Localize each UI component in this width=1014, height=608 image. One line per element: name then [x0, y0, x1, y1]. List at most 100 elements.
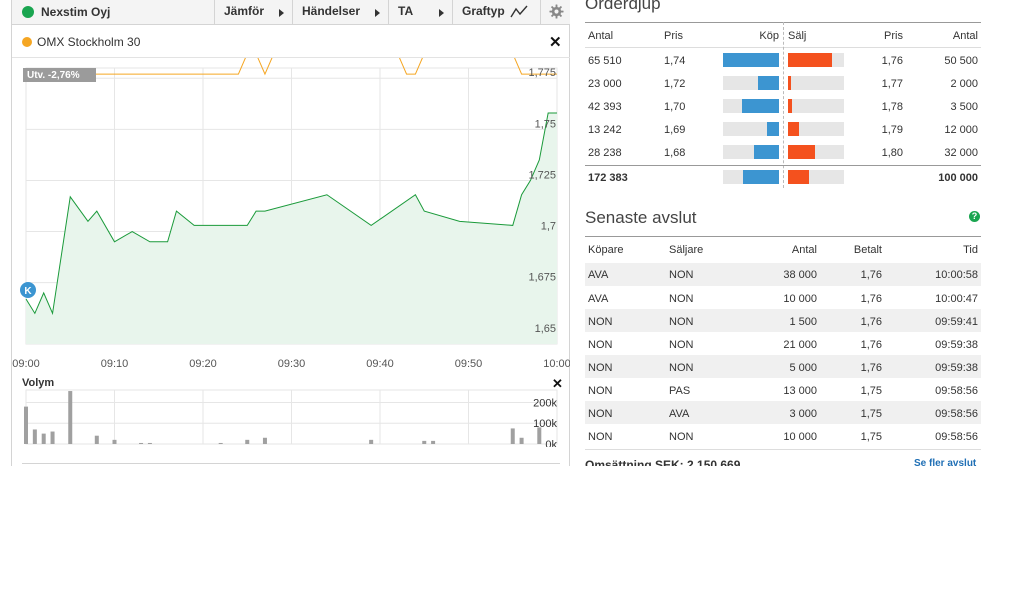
volume-bar[interactable]	[147, 442, 152, 444]
volume-bar[interactable]	[422, 440, 427, 444]
price: 1,75	[860, 431, 882, 443]
x-tick-label: 09:20	[189, 358, 217, 370]
price: 1,76	[860, 339, 882, 351]
time: 09:58:56	[935, 385, 978, 397]
volume-bar[interactable]	[50, 431, 55, 444]
ob-header-sell-qty: Antal	[952, 30, 978, 42]
volume-bar[interactable]	[112, 439, 117, 444]
time: 09:58:56	[935, 408, 978, 420]
sell-bar-track	[788, 76, 844, 90]
y-tick-label: 1,7	[541, 221, 556, 233]
price-chart[interactable]: 1,775 1,75 1,725 1,7 1,675 1,65 09:00 09:10 09:2…	[12, 58, 570, 375]
ob-header-sell-price: Pris	[884, 30, 903, 42]
volume-bar[interactable]	[68, 391, 73, 444]
caret-right-icon	[279, 9, 284, 17]
stock-selector[interactable]: Nexstim Oyj	[22, 5, 110, 19]
volume-bar[interactable]	[32, 429, 37, 444]
sell-qty: 12 000	[944, 124, 978, 136]
volume-y-tick-label: 0k	[545, 439, 557, 447]
sell-price: 1,78	[881, 101, 903, 113]
qty: 13 000	[783, 385, 817, 397]
y-tick-label: 1,75	[535, 118, 556, 130]
ta-button[interactable]: TA	[388, 0, 452, 24]
sell-qty: 3 500	[950, 101, 978, 113]
orderbook-center-divider	[783, 22, 784, 188]
status-dot-icon	[22, 6, 34, 18]
sell-bar-track	[788, 99, 844, 113]
qty: 3 000	[789, 408, 817, 420]
caret-right-icon	[375, 9, 380, 17]
buy-depth-bar	[754, 145, 779, 159]
settings-button[interactable]	[540, 0, 570, 24]
qty: 10 000	[783, 431, 817, 443]
buy-depth-bar	[743, 170, 779, 184]
x-tick-label: 09:40	[366, 358, 394, 370]
events-button[interactable]: Händelser	[292, 0, 388, 24]
ta-label: TA	[398, 4, 414, 18]
seller: PAS	[669, 385, 691, 397]
k-marker-label: K	[24, 286, 32, 297]
orderbook-title: Orderdjup	[585, 0, 661, 13]
seller: NON	[669, 362, 694, 374]
price: 1,76	[860, 269, 882, 281]
turnover-label: Omsättning SEK: 2 150 669	[585, 458, 741, 466]
buy-price: 1,69	[664, 124, 686, 136]
see-more-trades-link[interactable]: Se fler avslut	[914, 458, 976, 466]
price: 1,75	[860, 385, 882, 397]
buyer: NON	[588, 316, 613, 328]
volume-bar[interactable]	[94, 435, 99, 444]
volume-bar[interactable]	[24, 406, 28, 444]
y-tick-label: 1,675	[528, 272, 556, 284]
time: 10:00:58	[935, 269, 978, 281]
volume-bar[interactable]	[431, 440, 436, 444]
x-tick-label: 09:50	[455, 358, 483, 370]
index-legend-item: OMX Stockholm 30	[22, 35, 140, 49]
volume-bar[interactable]	[519, 437, 524, 444]
volume-bar[interactable]	[245, 439, 250, 444]
time: 09:59:41	[935, 316, 978, 328]
ob-header-buy: Köp	[759, 30, 779, 42]
divider	[585, 449, 981, 450]
buy-price: 1,70	[664, 101, 686, 113]
seller: AVA	[669, 408, 690, 420]
qty: 1 500	[789, 316, 817, 328]
total-buy-qty: 172 383	[588, 172, 628, 184]
buyer: NON	[588, 339, 613, 351]
buy-price: 1,74	[664, 55, 686, 67]
chart-navigator[interactable]	[22, 463, 560, 466]
compare-button[interactable]: Jämför	[214, 0, 292, 24]
seller: NON	[669, 316, 694, 328]
x-tick-label: 09:10	[101, 358, 129, 370]
index-color-dot	[22, 37, 32, 47]
remove-index-close-icon[interactable]: ✕	[549, 35, 562, 50]
x-tick-label: 09:30	[278, 358, 306, 370]
time: 09:59:38	[935, 362, 978, 374]
total-sell-qty: 100 000	[938, 172, 978, 184]
volume-bar[interactable]	[41, 433, 46, 444]
volume-chart[interactable]: 200k 100k 0k	[12, 375, 570, 447]
buy-qty: 13 242	[588, 124, 622, 136]
volume-bar[interactable]	[139, 442, 144, 444]
volume-bar[interactable]	[218, 442, 223, 444]
time: 09:58:56	[935, 431, 978, 443]
time: 10:00:47	[935, 293, 978, 305]
gear-icon	[549, 4, 564, 19]
sell-depth-bar	[788, 170, 809, 184]
help-icon[interactable]: ?	[969, 211, 980, 222]
buy-price: 1,68	[664, 147, 686, 159]
qty: 21 000	[783, 339, 817, 351]
seller: NON	[669, 269, 694, 281]
volume-bar[interactable]	[369, 439, 374, 444]
ob-header-buy-qty: Antal	[588, 30, 614, 42]
divider	[585, 165, 981, 166]
ob-header-sell: Sälj	[788, 30, 807, 42]
y-tick-label: 1,775	[528, 67, 556, 79]
price: 1,75	[860, 408, 882, 420]
volume-bar[interactable]	[262, 437, 267, 444]
graph-type-button[interactable]: Graftyp	[452, 0, 540, 24]
trades-header-buyer: Köpare	[588, 244, 624, 256]
qty: 10 000	[783, 293, 817, 305]
sell-depth-bar	[788, 99, 792, 113]
volume-bar[interactable]	[510, 428, 515, 444]
sell-qty: 2 000	[950, 78, 978, 90]
